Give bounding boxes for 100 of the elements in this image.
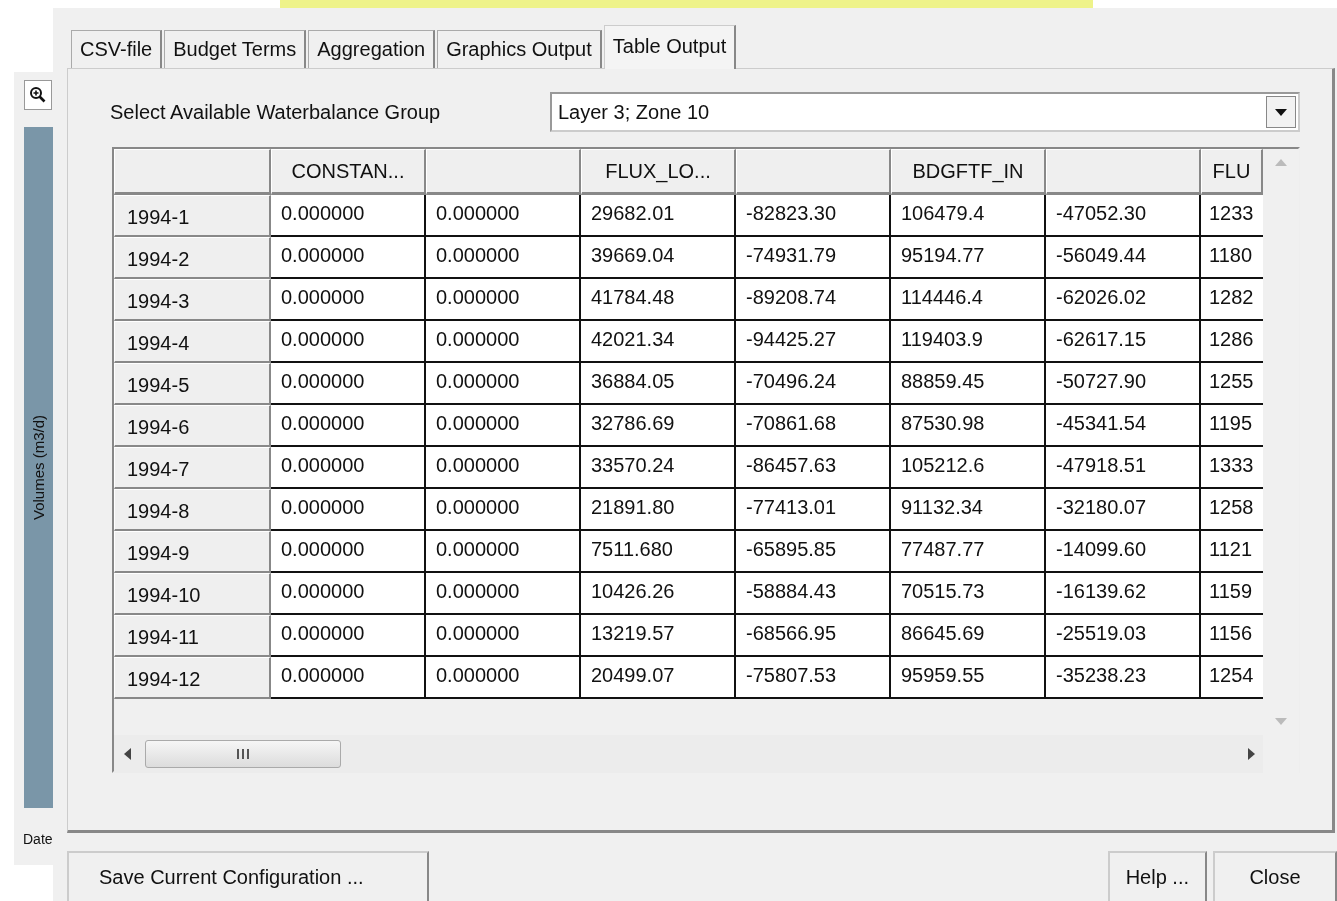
tab[interactable]: Budget Terms [164, 30, 307, 68]
dialog-button[interactable]: Help ... [1107, 851, 1207, 901]
table-cell: 0.000000 [426, 321, 581, 363]
table-cell: 88859.45 [891, 363, 1046, 405]
table-cell: 1258 [1201, 489, 1263, 531]
table-cell: 0.000000 [271, 237, 426, 279]
table-cell: 1286 [1201, 321, 1263, 363]
table-cell: 0.000000 [271, 321, 426, 363]
row-header[interactable]: 1994-8 [114, 489, 271, 531]
table-cell: 1180 [1201, 237, 1263, 279]
column-header[interactable] [426, 149, 581, 195]
row-header[interactable]: 1994-2 [114, 237, 271, 279]
table-cell: 105212.6 [891, 447, 1046, 489]
table-cell: 10426.26 [581, 573, 736, 615]
table-cell: -62026.02 [1046, 279, 1201, 321]
scroll-up-icon [1275, 159, 1287, 166]
table-cell: 119403.9 [891, 321, 1046, 363]
row-header[interactable]: 1994-11 [114, 615, 271, 657]
table-cell: -89208.74 [736, 279, 891, 321]
column-header[interactable]: FLU [1201, 149, 1263, 195]
table-cell: -47918.51 [1046, 447, 1201, 489]
table-cell: 0.000000 [271, 657, 426, 699]
table-cell: 87530.98 [891, 405, 1046, 447]
grip-icon [237, 749, 249, 759]
table-cell: 0.000000 [271, 447, 426, 489]
table-cell: -47052.30 [1046, 195, 1201, 237]
table-cell: 0.000000 [426, 615, 581, 657]
table-cell: 86645.69 [891, 615, 1046, 657]
group-dropdown[interactable]: Layer 3; Zone 10 [550, 92, 1300, 132]
tab[interactable]: CSV-file [71, 30, 163, 68]
table-cell: 0.000000 [426, 573, 581, 615]
row-header[interactable]: 1994-12 [114, 657, 271, 699]
table-cell: 0.000000 [426, 363, 581, 405]
table-cell: 95959.55 [891, 657, 1046, 699]
row-header[interactable]: 1994-7 [114, 447, 271, 489]
tab[interactable]: Table Output [603, 25, 737, 69]
table-cell: 0.000000 [426, 489, 581, 531]
table-cell: 0.000000 [426, 237, 581, 279]
table-cell: -35238.23 [1046, 657, 1201, 699]
column-header[interactable]: BDGFTF_IN [891, 149, 1046, 195]
column-header[interactable] [736, 149, 891, 195]
table-cell: -65895.85 [736, 531, 891, 573]
column-header[interactable]: FLUX_LO... [581, 149, 736, 195]
scroll-down-icon [1275, 718, 1287, 725]
table-cell: 1333 [1201, 447, 1263, 489]
table-cell: 13219.57 [581, 615, 736, 657]
row-header[interactable]: 1994-1 [114, 195, 271, 237]
row-header[interactable]: 1994-9 [114, 531, 271, 573]
zoom-in-icon [29, 86, 47, 104]
row-header[interactable]: 1994-6 [114, 405, 271, 447]
table-cell: -58884.43 [736, 573, 891, 615]
table-cell: 42021.34 [581, 321, 736, 363]
table-cell: 0.000000 [271, 489, 426, 531]
tab[interactable]: Aggregation [308, 30, 436, 68]
table-cell: 32786.69 [581, 405, 736, 447]
column-header[interactable] [114, 149, 271, 195]
table-cell: 0.000000 [271, 531, 426, 573]
axis-label: Date [23, 831, 53, 847]
table-cell: 0.000000 [271, 615, 426, 657]
table-cell: 29682.01 [581, 195, 736, 237]
scrollbar-thumb[interactable] [145, 740, 341, 768]
table-cell: 91132.34 [891, 489, 1046, 531]
table-cell: 1255 [1201, 363, 1263, 405]
table-cell: 0.000000 [426, 405, 581, 447]
table-cell: 95194.77 [891, 237, 1046, 279]
row-header[interactable]: 1994-3 [114, 279, 271, 321]
row-header[interactable]: 1994-5 [114, 363, 271, 405]
dialog-button[interactable]: Close [1213, 851, 1337, 901]
table-cell: -68566.95 [736, 615, 891, 657]
zoom-button[interactable] [24, 80, 52, 110]
table-cell: 1156 [1201, 615, 1263, 657]
row-header[interactable]: 1994-10 [114, 573, 271, 615]
table-cell: 0.000000 [271, 363, 426, 405]
table-cell: 41784.48 [581, 279, 736, 321]
column-header[interactable] [1046, 149, 1201, 195]
table-cell: 0.000000 [271, 405, 426, 447]
table-cell: -86457.63 [736, 447, 891, 489]
table-cell: 0.000000 [271, 195, 426, 237]
table-cell: -74931.79 [736, 237, 891, 279]
table-cell: -70861.68 [736, 405, 891, 447]
table-cell: -62617.15 [1046, 321, 1201, 363]
column-header[interactable]: CONSTAN... [271, 149, 426, 195]
table-cell: 77487.77 [891, 531, 1046, 573]
table-cell: -82823.30 [736, 195, 891, 237]
table-cell: 1254 [1201, 657, 1263, 699]
table-cell: 0.000000 [271, 279, 426, 321]
table-cell: 33570.24 [581, 447, 736, 489]
scroll-left-icon [124, 748, 131, 760]
tab[interactable]: Graphics Output [437, 30, 602, 68]
horizontal-scrollbar[interactable] [114, 735, 1263, 773]
row-header[interactable]: 1994-4 [114, 321, 271, 363]
table-cell: 70515.73 [891, 573, 1046, 615]
table-cell: 21891.80 [581, 489, 736, 531]
table-cell: -94425.27 [736, 321, 891, 363]
table-cell: 1159 [1201, 573, 1263, 615]
table-cell: -14099.60 [1046, 531, 1201, 573]
table-cell: -75807.53 [736, 657, 891, 699]
table-cell: 0.000000 [426, 447, 581, 489]
save-button[interactable]: Save Current Configuration ... [67, 851, 429, 901]
table-cell: 7511.680 [581, 531, 736, 573]
